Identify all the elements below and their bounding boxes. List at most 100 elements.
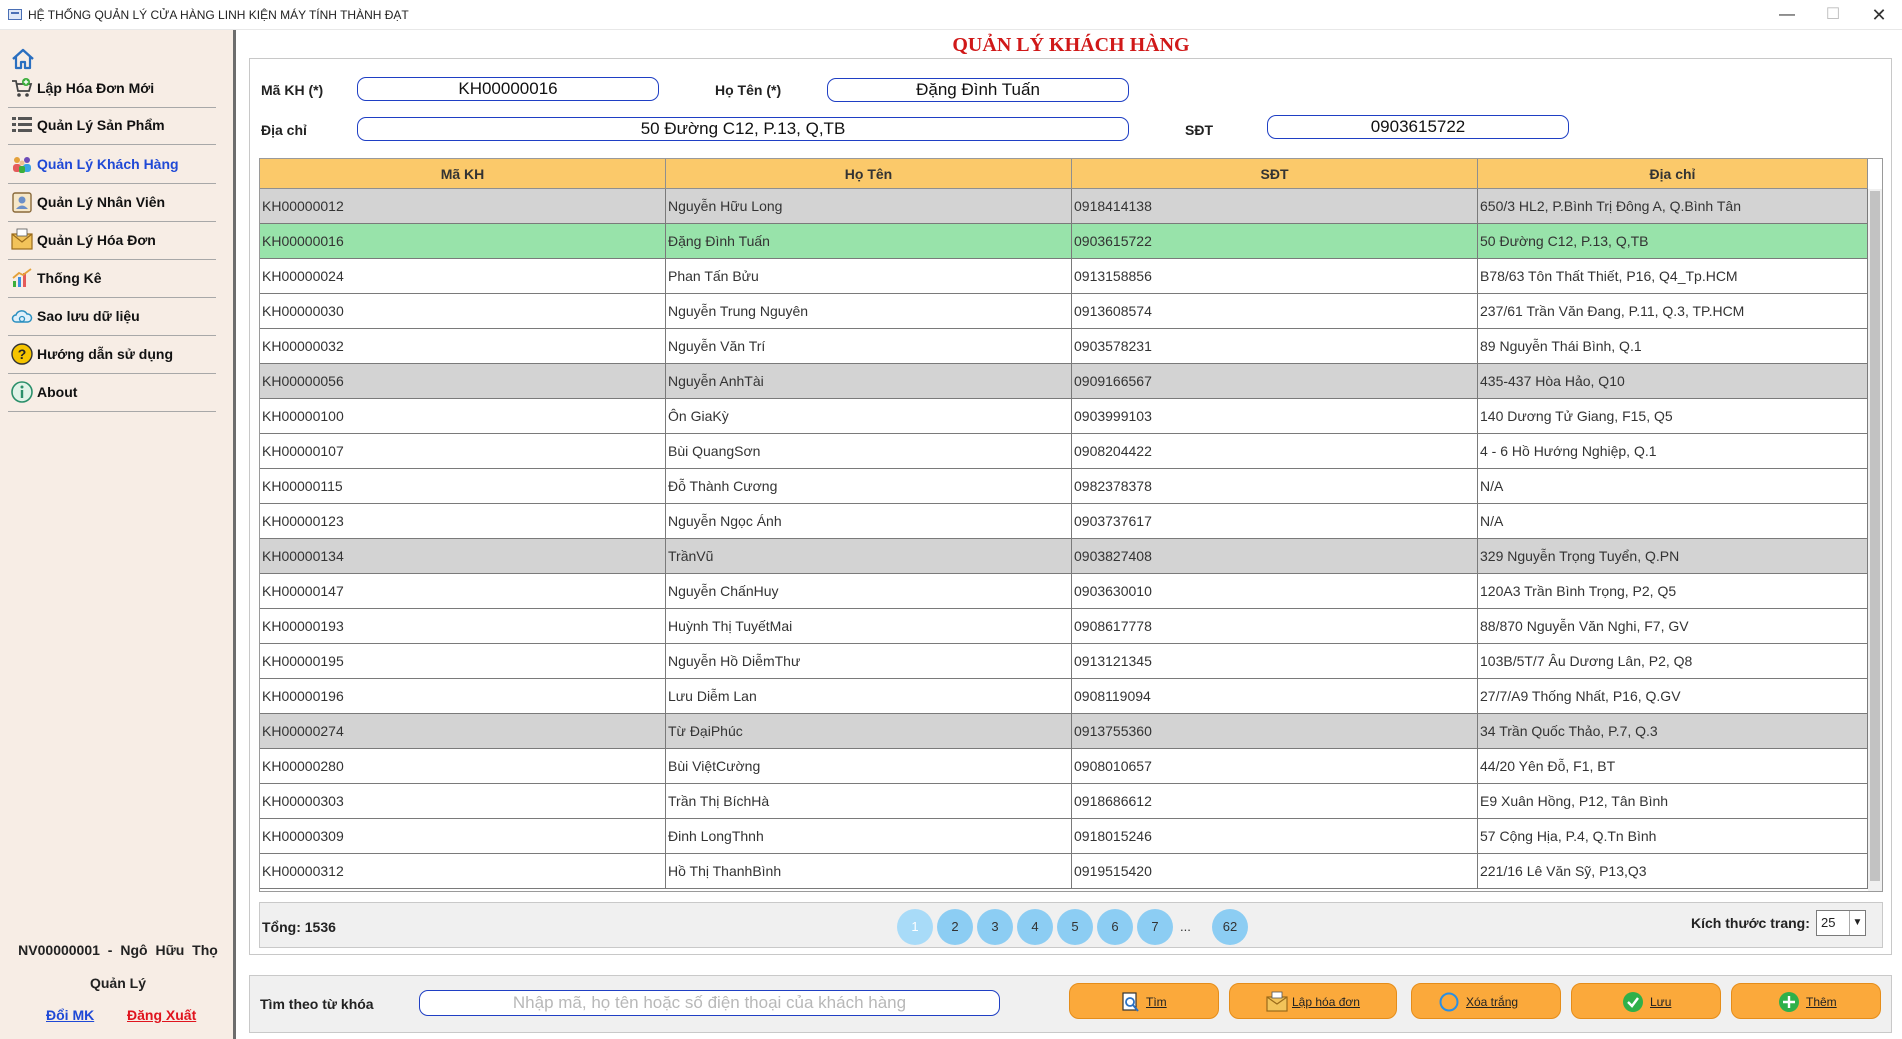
page-button-5[interactable]: 5 [1057,909,1093,945]
ma-kh-input[interactable] [357,77,659,101]
table-row[interactable]: KH00000123 Nguyễn Ngọc Ánh 0903737617 N/A [260,504,1868,539]
sdt-input[interactable] [1267,115,1569,139]
table-row[interactable]: KH00000195 Nguyễn Hồ DiễmThư 0913121345 103… [260,644,1868,679]
sidebar-item-quan-ly-khach-hang[interactable]: Quản Lý Khách Hàng [8,144,216,184]
cell-dia-chi[interactable]: 435-437 Hòa Hảo, Q10 [1478,364,1868,399]
cell-ho-ten[interactable]: Nguyễn Hồ DiễmThư [666,644,1072,679]
close-icon[interactable]: ✕ [1856,0,1902,30]
table-row[interactable]: KH00000032 Nguyễn Văn Trí 0903578231 89 Ngu… [260,329,1868,364]
page-size-select[interactable]: 25 ▼ [1816,910,1866,936]
cell-dia-chi[interactable]: 88/870 Nguyễn Văn Nghi, F7, GV [1478,609,1868,644]
cell-dia-chi[interactable]: 237/61 Trần Văn Đang, P.11, Q.3, TP.HCM [1478,294,1868,329]
save-button[interactable]: Lưu [1571,983,1721,1019]
cell-sdt[interactable]: 0908119094 [1072,679,1478,714]
page-button-7[interactable]: 7 [1137,909,1173,945]
cell-ma-kh[interactable]: KH00000024 [260,259,666,294]
sidebar-item-huong-dan-su-dung[interactable]: ? Hướng dẫn sử dụng [8,334,216,374]
cell-ho-ten[interactable]: Nguyễn Hữu Long [666,189,1072,224]
clear-button[interactable]: Xóa trắng [1411,983,1561,1019]
cell-ma-kh[interactable]: KH00000196 [260,679,666,714]
table-row[interactable]: KH00000115 Đỗ Thành Cương 0982378378 N/A [260,469,1868,504]
table-row[interactable]: KH00000056 Nguyễn AnhTài 0909166567 435-437… [260,364,1868,399]
cell-dia-chi[interactable]: 4 - 6 Hồ Hướng Nghiệp, Q.1 [1478,434,1868,469]
cell-dia-chi[interactable]: 89 Nguyễn Thái Bình, Q.1 [1478,329,1868,364]
cell-dia-chi[interactable]: 34 Trần Quốc Thảo, P.7, Q.3 [1478,714,1868,749]
cell-sdt[interactable]: 0903999103 [1072,399,1478,434]
cell-dia-chi[interactable]: E9 Xuân Hồng, P12, Tân Bình [1478,784,1868,819]
cell-ho-ten[interactable]: Bùi ViệtCường [666,749,1072,784]
cell-ho-ten[interactable]: Đặng Đình Tuấn [666,224,1072,259]
column-header-dia-chi[interactable]: Địa chỉ [1478,159,1868,189]
maximize-icon[interactable]: ☐ [1810,0,1856,30]
cell-ma-kh[interactable]: KH00000123 [260,504,666,539]
cell-sdt[interactable]: 0903737617 [1072,504,1478,539]
cell-sdt[interactable]: 0918015246 [1072,819,1478,854]
page-button-4[interactable]: 4 [1017,909,1053,945]
cell-dia-chi[interactable]: 103B/5T/7 Âu Dương Lân, P2, Q8 [1478,644,1868,679]
cell-ma-kh[interactable]: KH00000012 [260,189,666,224]
create-invoice-button[interactable]: Lập hóa đơn [1229,983,1397,1019]
table-row[interactable]: KH00000030 Nguyễn Trung Nguyên 0913608574 2… [260,294,1868,329]
table-row[interactable]: KH00000100 Ôn GiaKỳ 0903999103 140 Dương Tử… [260,399,1868,434]
sidebar-item-quan-ly-hoa-don[interactable]: Quản Lý Hóa Đơn [8,220,216,260]
cell-dia-chi[interactable]: 57 Cộng Hịa, P.4, Q.Tn Bình [1478,819,1868,854]
cell-ma-kh[interactable]: KH00000016 [260,224,666,259]
cell-dia-chi[interactable]: 44/20 Yên Đỗ, F1, BT [1478,749,1868,784]
search-button[interactable]: Tìm [1069,983,1219,1019]
cell-sdt[interactable]: 0913608574 [1072,294,1478,329]
page-button-2[interactable]: 2 [937,909,973,945]
cell-ma-kh[interactable]: KH00000030 [260,294,666,329]
table-row[interactable]: KH00000312 Hồ Thị ThanhBình 0919515420 221/… [260,854,1868,889]
add-button[interactable]: Thêm [1731,983,1881,1019]
cell-ma-kh[interactable]: KH00000280 [260,749,666,784]
cell-ho-ten[interactable]: Trần Thị BíchHà [666,784,1072,819]
cell-sdt[interactable]: 0908010657 [1072,749,1478,784]
chevron-down-icon[interactable]: ▼ [1849,911,1865,935]
cell-ho-ten[interactable]: Nguyễn ChấnHuy [666,574,1072,609]
cell-dia-chi[interactable]: 50 Đường C12, P.13, Q,TB [1478,224,1868,259]
sidebar-item-quan-ly-san-pham[interactable]: Quản Lý Sản Phẩm [8,105,216,145]
cell-sdt[interactable]: 0903578231 [1072,329,1478,364]
table-row[interactable]: KH00000274 Từ ĐạiPhúc 0913755360 34 Trần Qu… [260,714,1868,749]
cell-ho-ten[interactable]: TrầnVũ [666,539,1072,574]
cell-ho-ten[interactable]: Huỳnh Thị TuyếtMai [666,609,1072,644]
cell-ma-kh[interactable]: KH00000274 [260,714,666,749]
cell-ma-kh[interactable]: KH00000032 [260,329,666,364]
cell-ma-kh[interactable]: KH00000195 [260,644,666,679]
dia-chi-input[interactable] [357,117,1129,141]
cell-ho-ten[interactable]: Hồ Thị ThanhBình [666,854,1072,889]
cell-ma-kh[interactable]: KH00000309 [260,819,666,854]
cell-sdt[interactable]: 0913158856 [1072,259,1478,294]
cell-ho-ten[interactable]: Bùi QuangSơn [666,434,1072,469]
minimize-icon[interactable]: — [1764,0,1810,30]
table-scrollbar[interactable] [1868,189,1882,891]
cell-ma-kh[interactable]: KH00000193 [260,609,666,644]
cell-ma-kh[interactable]: KH00000100 [260,399,666,434]
cell-dia-chi[interactable]: 221/16 Lê Văn Sỹ, P13,Q3 [1478,854,1868,889]
logout-link[interactable]: Đăng Xuất [127,1007,196,1023]
page-button-last[interactable]: 62 [1212,909,1248,945]
cell-sdt[interactable]: 0913755360 [1072,714,1478,749]
table-row[interactable]: KH00000309 Đinh LongThnh 0918015246 57 Cộng… [260,819,1868,854]
column-header-ma-kh[interactable]: Mã KH [260,159,666,189]
cell-sdt[interactable]: 0909166567 [1072,364,1478,399]
cell-sdt[interactable]: 0908617778 [1072,609,1478,644]
cell-sdt[interactable]: 0913121345 [1072,644,1478,679]
cell-ho-ten[interactable]: Phan Tấn Bửu [666,259,1072,294]
cell-ma-kh[interactable]: KH00000147 [260,574,666,609]
sidebar-item-lap-hoa-don-moi[interactable]: Lập Hóa Đơn Mới [8,68,216,108]
cell-ho-ten[interactable]: Nguyễn AnhTài [666,364,1072,399]
sidebar-item-thong-ke[interactable]: Thống Kê [8,258,216,298]
cell-ho-ten[interactable]: Đỗ Thành Cương [666,469,1072,504]
cell-ho-ten[interactable]: Nguyễn Ngọc Ánh [666,504,1072,539]
cell-sdt[interactable]: 0918686612 [1072,784,1478,819]
cell-dia-chi[interactable]: N/A [1478,469,1868,504]
table-row[interactable]: KH00000280 Bùi ViệtCường 0908010657 44/20 Y… [260,749,1868,784]
cell-sdt[interactable]: 0903615722 [1072,224,1478,259]
cell-ho-ten[interactable]: Từ ĐạiPhúc [666,714,1072,749]
cell-ho-ten[interactable]: Đinh LongThnh [666,819,1072,854]
cell-dia-chi[interactable]: 27/7/A9 Thống Nhất, P16, Q.GV [1478,679,1868,714]
table-row[interactable]: KH00000016 Đặng Đình Tuấn 0903615722 50 Đườ… [260,224,1868,259]
table-row[interactable]: KH00000012 Nguyễn Hữu Long 0918414138 650/3… [260,189,1868,224]
ho-ten-input[interactable] [827,78,1129,102]
